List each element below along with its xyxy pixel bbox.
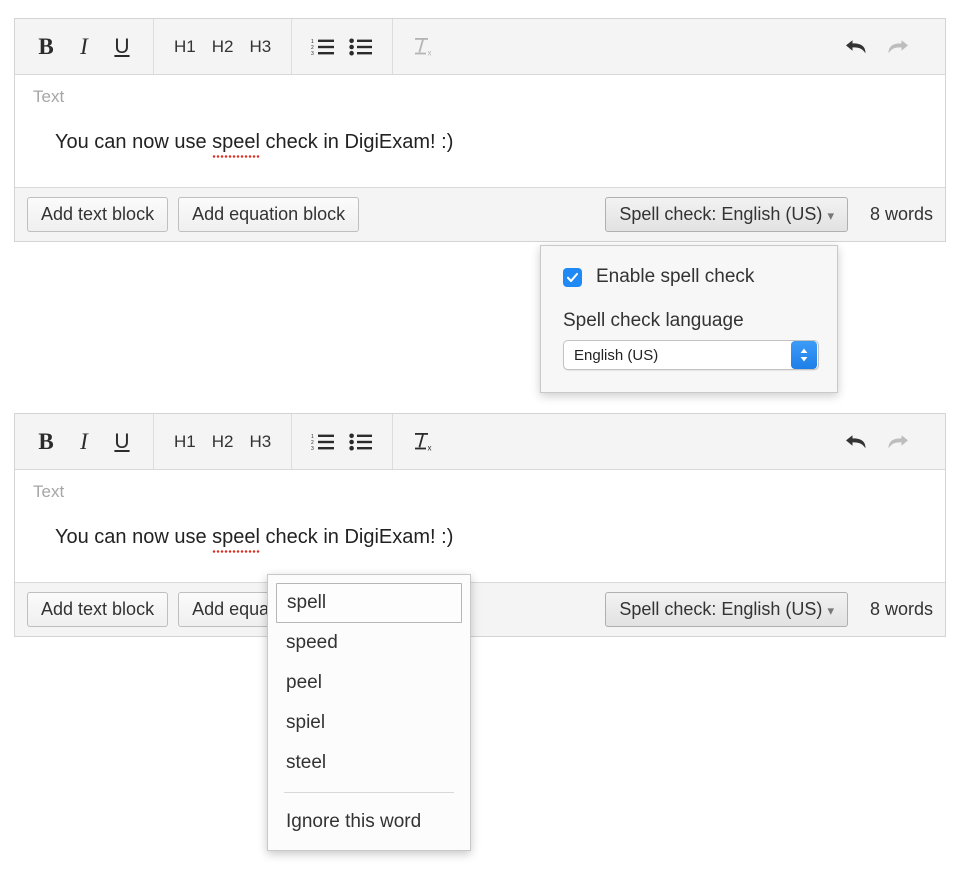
spell-check-language-label: Spell check language bbox=[563, 310, 815, 332]
underline-button-2[interactable]: U bbox=[103, 422, 141, 462]
heading-2-button-2[interactable]: H2 bbox=[204, 422, 242, 462]
text-editor-panel-bottom: B I U H1 H2 H3 1 2 3 bbox=[14, 413, 946, 637]
svg-text:3: 3 bbox=[311, 51, 314, 57]
svg-text:x: x bbox=[428, 443, 432, 452]
heading-2-button[interactable]: H2 bbox=[204, 27, 242, 67]
word-count-label-top: 8 words bbox=[870, 204, 933, 225]
suggestion-menu-divider bbox=[284, 792, 454, 793]
suggestion-item-1[interactable]: speed bbox=[268, 623, 470, 663]
chevron-down-icon: ▾ bbox=[827, 208, 834, 223]
text-before-misspelling-2: You can now use bbox=[55, 526, 212, 548]
editor-text-content-top[interactable]: You can now use speel check in DigiExam!… bbox=[15, 107, 945, 155]
enable-spell-check-checkbox[interactable] bbox=[563, 268, 582, 287]
editor-body-bottom[interactable]: Text You can now use speel check in Digi… bbox=[15, 470, 945, 582]
redo-arrow-icon[interactable] bbox=[877, 27, 917, 67]
toolbar-group-headings-2: H1 H2 H3 bbox=[154, 414, 292, 469]
editor-toolbar-top: B I U H1 H2 H3 1 2 3 bbox=[15, 19, 945, 75]
clear-formatting-icon-2[interactable]: x bbox=[405, 422, 445, 462]
spell-check-language-select[interactable]: English (US) bbox=[563, 340, 819, 370]
spell-check-settings-popover: Enable spell check Spell check language … bbox=[540, 245, 838, 393]
heading-3-button[interactable]: H3 bbox=[241, 27, 279, 67]
editor-field-label-bottom: Text bbox=[15, 482, 945, 502]
heading-1-button[interactable]: H1 bbox=[166, 27, 204, 67]
enable-spell-check-row[interactable]: Enable spell check bbox=[563, 266, 815, 288]
clear-formatting-icon[interactable]: x bbox=[405, 27, 445, 67]
suggestion-item-2[interactable]: peel bbox=[268, 663, 470, 703]
misspelled-word[interactable]: speel bbox=[212, 129, 260, 155]
add-equation-block-button[interactable]: Add equation block bbox=[178, 197, 359, 232]
toolbar-group-lists-2: 1 2 3 bbox=[292, 414, 393, 469]
app-root: B I U H1 H2 H3 1 2 3 bbox=[0, 0, 960, 875]
add-text-block-button[interactable]: Add text block bbox=[27, 197, 168, 232]
toolbar-group-history-2 bbox=[837, 422, 933, 462]
unordered-list-icon[interactable] bbox=[342, 27, 380, 67]
undo-arrow-icon-2[interactable] bbox=[837, 422, 877, 462]
select-stepper-icon[interactable] bbox=[791, 341, 817, 369]
spell-check-button-label: Spell check: English (US) bbox=[619, 204, 822, 224]
spell-check-language-value: English (US) bbox=[564, 347, 791, 364]
toolbar-group-clear-formatting: x bbox=[393, 19, 945, 74]
editor-body-top[interactable]: Text You can now use speel check in Digi… bbox=[15, 75, 945, 187]
ordered-list-icon-2[interactable]: 1 2 3 bbox=[304, 422, 342, 462]
spell-check-dropdown-button-2[interactable]: Spell check: English (US) ▾ bbox=[605, 592, 848, 627]
italic-button-2[interactable]: I bbox=[65, 422, 103, 462]
editor-field-label-top: Text bbox=[15, 87, 945, 107]
spell-check-button-label-2: Spell check: English (US) bbox=[619, 599, 822, 619]
toolbar-group-history bbox=[837, 27, 933, 67]
unordered-list-icon-2[interactable] bbox=[342, 422, 380, 462]
toolbar-group-headings: H1 H2 H3 bbox=[154, 19, 292, 74]
text-before-misspelling: You can now use bbox=[55, 131, 212, 153]
toolbar-group-clear-formatting-2: x bbox=[393, 414, 945, 469]
chevron-down-icon-2: ▾ bbox=[827, 603, 834, 618]
text-editor-panel-top: B I U H1 H2 H3 1 2 3 bbox=[14, 18, 946, 242]
svg-text:x: x bbox=[428, 48, 432, 57]
text-after-misspelling-2: check in DigiExam! :) bbox=[260, 526, 453, 548]
enable-spell-check-label: Enable spell check bbox=[596, 266, 754, 288]
undo-arrow-icon[interactable] bbox=[837, 27, 877, 67]
bold-button-2[interactable]: B bbox=[27, 422, 65, 462]
svg-text:3: 3 bbox=[311, 446, 314, 452]
editor-toolbar-bottom: B I U H1 H2 H3 1 2 3 bbox=[15, 414, 945, 470]
text-after-misspelling: check in DigiExam! :) bbox=[260, 131, 453, 153]
word-count-label-bottom: 8 words bbox=[870, 599, 933, 620]
heading-1-button-2[interactable]: H1 bbox=[166, 422, 204, 462]
suggestion-item-4[interactable]: steel bbox=[268, 743, 470, 783]
ignore-this-word-item[interactable]: Ignore this word bbox=[268, 802, 470, 842]
heading-3-button-2[interactable]: H3 bbox=[241, 422, 279, 462]
italic-button[interactable]: I bbox=[65, 27, 103, 67]
add-text-block-button-2[interactable]: Add text block bbox=[27, 592, 168, 627]
misspelled-word-2[interactable]: speel bbox=[212, 524, 260, 550]
toolbar-group-inline-styles: B I U bbox=[15, 19, 154, 74]
underline-button[interactable]: U bbox=[103, 27, 141, 67]
redo-arrow-icon-2[interactable] bbox=[877, 422, 917, 462]
ordered-list-icon[interactable]: 1 2 3 bbox=[304, 27, 342, 67]
suggestion-item-3[interactable]: spiel bbox=[268, 703, 470, 743]
editor-text-content-bottom[interactable]: You can now use speel check in DigiExam!… bbox=[15, 502, 945, 550]
toolbar-group-lists: 1 2 3 bbox=[292, 19, 393, 74]
editor-footer-top: Add text block Add equation block Spell … bbox=[15, 187, 945, 241]
spelling-suggestion-menu: spell speed peel spiel steel Ignore this… bbox=[267, 574, 471, 851]
editor-footer-bottom: Add text block Add equation block Spell … bbox=[15, 582, 945, 636]
suggestion-item-0[interactable]: spell bbox=[276, 583, 462, 623]
toolbar-group-inline-styles-2: B I U bbox=[15, 414, 154, 469]
bold-button[interactable]: B bbox=[27, 27, 65, 67]
spell-check-dropdown-button[interactable]: Spell check: English (US) ▾ bbox=[605, 197, 848, 232]
